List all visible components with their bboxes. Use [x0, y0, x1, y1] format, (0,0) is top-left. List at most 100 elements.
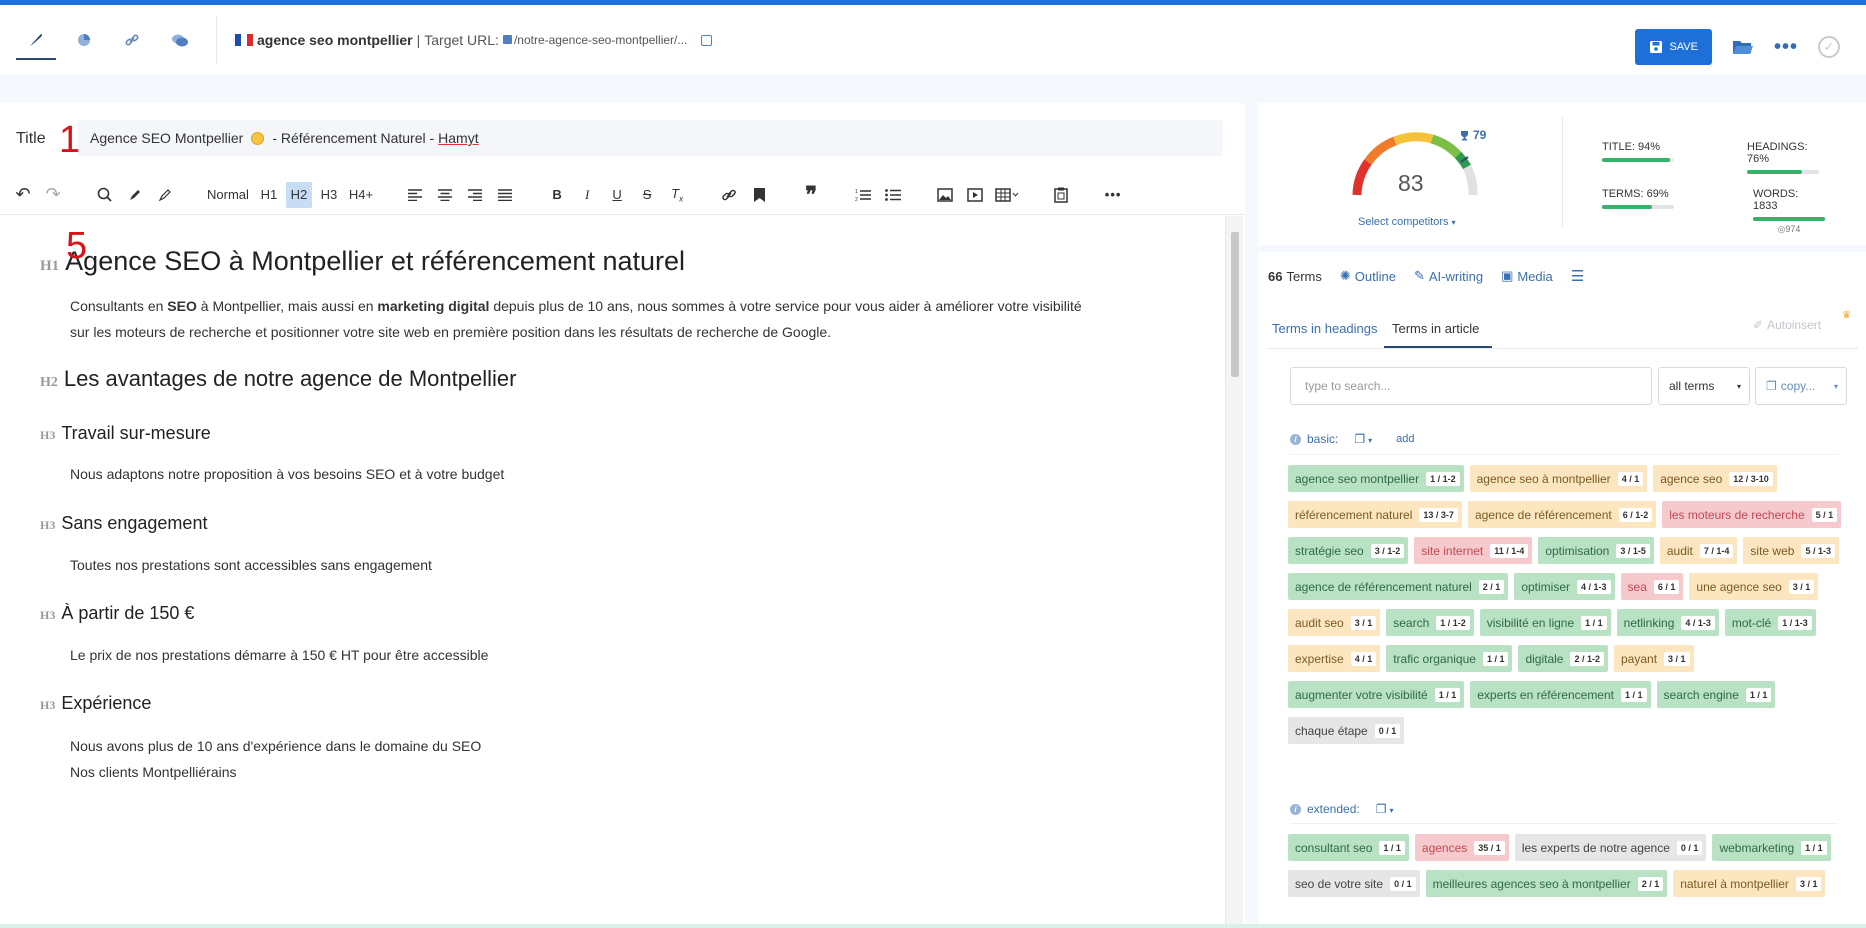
term-chip[interactable]: chaque étape 0 / 1 — [1288, 717, 1405, 744]
undo-button[interactable]: ↶ — [10, 182, 36, 208]
bookmark-button[interactable] — [746, 182, 772, 208]
term-chip[interactable]: mot-clé 1 / 1-3 — [1724, 609, 1816, 636]
term-chip[interactable]: seo de votre site 0 / 1 — [1288, 870, 1420, 897]
h1-button[interactable]: H1 — [256, 182, 282, 208]
bullet-list-button[interactable] — [880, 182, 906, 208]
document-body[interactable]: H1 Agence SEO à Montpellier et référence… — [0, 216, 1225, 928]
open-folder-icon[interactable] — [1732, 38, 1754, 56]
term-chip[interactable]: naturel à montpellier 3 / 1 — [1673, 870, 1826, 897]
redo-button[interactable]: ↷ — [40, 182, 66, 208]
title-input[interactable]: Agence SEO Montpellier - Référencement N… — [78, 120, 1223, 156]
term-chip[interactable]: agence seo à montpellier 4 / 1 — [1469, 465, 1648, 492]
editor-scrollbar[interactable] — [1225, 216, 1243, 928]
term-chip[interactable]: agence de référencement 6 / 1-2 — [1467, 501, 1657, 528]
term-chip[interactable]: audit seo 3 / 1 — [1288, 609, 1381, 636]
align-right-button[interactable] — [462, 182, 488, 208]
strike-button[interactable]: S — [634, 182, 660, 208]
term-count: 13 / 3-7 — [1419, 507, 1458, 522]
bold-button[interactable]: B — [544, 182, 570, 208]
table-icon — [995, 187, 1019, 202]
pen-button[interactable] — [152, 182, 178, 208]
copy-dropdown[interactable]: ❐ copy... ▾ — [1755, 367, 1847, 405]
terms-search-input[interactable]: type to search... — [1290, 367, 1652, 405]
insert-table-button[interactable] — [992, 182, 1022, 208]
term-chip[interactable]: trafic organique 1 / 1 — [1386, 645, 1513, 672]
h4-button[interactable]: H4+ — [346, 182, 376, 208]
term-chip[interactable]: optimiser 4 / 1-3 — [1514, 573, 1615, 600]
terms-filter-select[interactable]: all terms ▾ — [1658, 367, 1750, 405]
term-chip[interactable]: agence seo 12 / 3-10 — [1653, 465, 1777, 492]
copy-extended-button[interactable]: ❐ ▾ — [1376, 802, 1394, 816]
terms-filter-value: all terms — [1669, 379, 1715, 393]
term-chip[interactable]: site web 5 / 1-3 — [1743, 537, 1839, 564]
insert-video-button[interactable] — [962, 182, 988, 208]
analysis-mode-button[interactable] — [60, 12, 108, 68]
save-button[interactable]: SAVE — [1635, 29, 1712, 65]
term-text: visibilité en ligne — [1486, 615, 1575, 630]
term-chip[interactable]: les experts de notre agence 0 / 1 — [1514, 834, 1707, 861]
tab-settings[interactable]: ☰ — [1571, 267, 1584, 285]
scrollbar-thumb[interactable] — [1231, 232, 1239, 377]
term-chip[interactable]: search engine 1 / 1 — [1656, 681, 1776, 708]
term-chip[interactable]: experts en référencement 1 / 1 — [1470, 681, 1651, 708]
term-chip[interactable]: une agence seo 3 / 1 — [1689, 573, 1819, 600]
term-chip[interactable]: consultant seo 1 / 1 — [1288, 834, 1409, 861]
term-chip[interactable]: visibilité en ligne 1 / 1 — [1479, 609, 1611, 636]
term-chip[interactable]: agences 35 / 1 — [1414, 834, 1509, 861]
h3-button[interactable]: H3 — [316, 182, 342, 208]
term-chip[interactable]: audit 7 / 1-4 — [1659, 537, 1738, 564]
blockquote-button[interactable]: ❞ — [798, 182, 824, 208]
term-chip[interactable]: agence seo montpellier 1 / 1-2 — [1288, 465, 1464, 492]
clear-format-button[interactable]: Tx — [664, 182, 690, 208]
term-chip[interactable]: meilleures agences seo à montpellier 2 / … — [1425, 870, 1668, 897]
insert-image-button[interactable] — [932, 182, 958, 208]
underline-button[interactable]: U — [604, 182, 630, 208]
h2-button[interactable]: H2 — [285, 181, 312, 208]
highlight-button[interactable] — [122, 182, 148, 208]
more-tools-button[interactable]: ••• — [1100, 182, 1126, 208]
align-left-button[interactable] — [402, 182, 428, 208]
insert-link-button[interactable] — [716, 182, 742, 208]
tab-media[interactable]: ▣ Media — [1501, 267, 1553, 285]
paste-button[interactable] — [1048, 182, 1074, 208]
target-url-link[interactable]: /notre-agence-seo-montpellier/... — [502, 33, 687, 47]
check-circle-icon[interactable]: ✓ — [1818, 36, 1840, 58]
tab-outline[interactable]: ✺ Outline — [1340, 267, 1396, 285]
ordered-list-button[interactable]: 12 — [850, 182, 876, 208]
term-chip[interactable]: payant 3 / 1 — [1614, 645, 1694, 672]
term-chip[interactable]: expertise 4 / 1 — [1288, 645, 1381, 672]
term-chip[interactable]: augmenter votre visibilité 1 / 1 — [1288, 681, 1465, 708]
tab-ai-writing[interactable]: ✎ AI-writing — [1414, 267, 1483, 285]
normal-style-button[interactable]: Normal — [204, 182, 252, 208]
tab-terms-in-article[interactable]: Terms in article — [1392, 321, 1479, 336]
term-chip[interactable]: digitale 2 / 1-2 — [1518, 645, 1608, 672]
caret-down-icon: ▾ — [1736, 381, 1741, 391]
italic-button[interactable]: I — [574, 182, 600, 208]
copy-basic-button[interactable]: ❐ ▾ — [1354, 432, 1372, 446]
more-options-icon[interactable]: ••• — [1774, 36, 1798, 59]
edit-url-icon[interactable] — [701, 34, 713, 46]
term-chip[interactable]: agence de référencement naturel 2 / 1 — [1288, 573, 1509, 600]
select-competitors-link[interactable]: Select competitors ▾ — [1358, 216, 1456, 228]
term-chip[interactable]: les moteurs de recherche 5 / 1 — [1662, 501, 1842, 528]
term-chip[interactable]: site internet 11 / 1-4 — [1414, 537, 1533, 564]
term-count: 2 / 1-2 — [1570, 651, 1604, 666]
term-chip[interactable]: sea 6 / 1 — [1620, 573, 1684, 600]
autoinsert-button[interactable]: ✐ Autoinsert — [1753, 318, 1821, 332]
term-chip[interactable]: stratégie seo 3 / 1-2 — [1288, 537, 1409, 564]
tab-terms[interactable]: 66 Terms — [1268, 267, 1322, 285]
term-chip[interactable]: référencement naturel 13 / 3-7 — [1288, 501, 1462, 528]
align-center-button[interactable] — [432, 182, 458, 208]
term-chip[interactable]: webmarketing 1 / 1 — [1712, 834, 1831, 861]
comments-mode-button[interactable] — [156, 12, 204, 68]
write-mode-button[interactable] — [12, 12, 60, 68]
term-chip[interactable]: netlinking 4 / 1-3 — [1616, 609, 1719, 636]
term-chip[interactable]: search 1 / 1-2 — [1386, 609, 1474, 636]
tab-terms-in-headings[interactable]: Terms in headings — [1272, 321, 1378, 336]
sliders-icon: ☰ — [1570, 268, 1585, 285]
term-chip[interactable]: optimisation 3 / 1-5 — [1538, 537, 1654, 564]
align-justify-button[interactable] — [492, 182, 518, 208]
search-button[interactable] — [92, 182, 118, 208]
add-term-button[interactable]: add — [1396, 433, 1414, 445]
links-mode-button[interactable] — [108, 12, 156, 68]
